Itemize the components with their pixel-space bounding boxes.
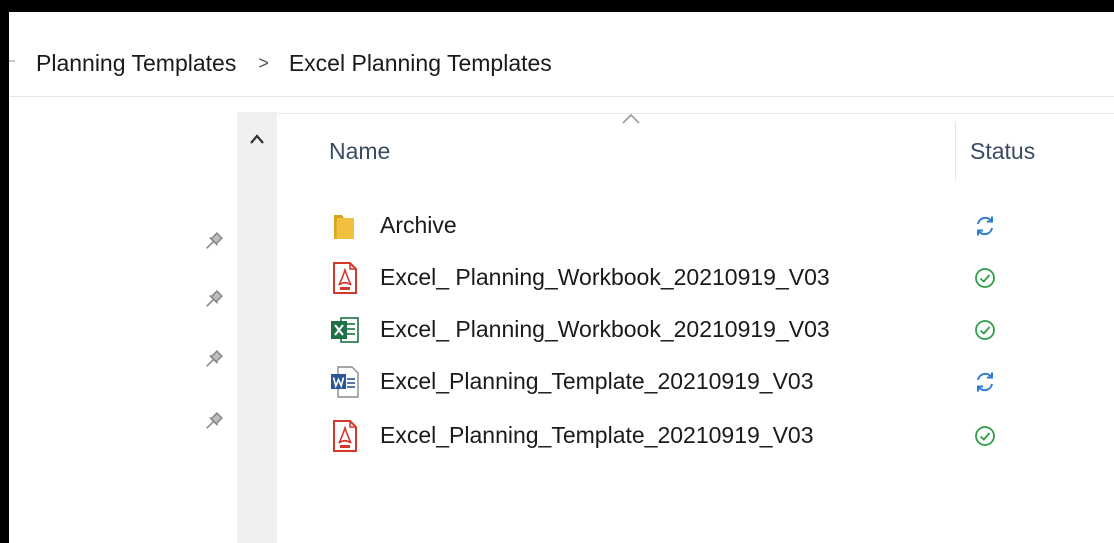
available-icon <box>975 320 995 340</box>
file-row[interactable]: Excel_ Planning_Workbook_20210919_V03 <box>278 304 1114 356</box>
file-name: Excel_Planning_Template_20210919_V03 <box>380 368 814 394</box>
address-bar-edge <box>9 60 15 62</box>
column-header-status[interactable]: Status <box>970 138 1035 165</box>
file-row[interactable]: Excel_Planning_Template_20210919_V03 <box>278 410 1114 462</box>
chevron-up-icon <box>250 134 264 144</box>
header-divider <box>278 113 1114 114</box>
pin-icon[interactable] <box>201 288 225 312</box>
address-divider <box>9 96 1114 97</box>
available-icon <box>975 268 995 288</box>
file-name: Excel_ Planning_Workbook_20210919_V03 <box>380 264 830 290</box>
pin-icon[interactable] <box>201 348 225 372</box>
file-name: Excel_ Planning_Workbook_20210919_V03 <box>380 316 830 342</box>
pdf-file-icon <box>333 262 357 294</box>
navigation-pane[interactable] <box>9 112 237 543</box>
navigation-scrollbar[interactable] <box>237 112 277 543</box>
column-header-name[interactable]: Name <box>329 138 390 165</box>
folder-icon <box>334 215 354 239</box>
breadcrumb-item-planning-templates[interactable]: Planning Templates <box>36 50 236 77</box>
breadcrumb: Planning Templates > Excel Planning Temp… <box>36 46 552 80</box>
pin-icon[interactable] <box>201 230 225 254</box>
column-divider[interactable] <box>955 122 956 180</box>
pdf-file-icon <box>333 420 357 452</box>
pin-icon[interactable] <box>201 410 225 434</box>
file-name: Archive <box>380 212 457 238</box>
sync-pending-icon <box>977 372 993 392</box>
breadcrumb-item-excel-planning-templates[interactable]: Excel Planning Templates <box>289 50 552 77</box>
file-row[interactable]: Excel_ Planning_Workbook_20210919_V03 <box>278 252 1114 304</box>
available-icon <box>975 426 995 446</box>
word-file-icon <box>331 366 359 398</box>
sort-ascending-icon <box>622 113 640 124</box>
sync-pending-icon <box>977 216 993 236</box>
file-name: Excel_Planning_Template_20210919_V03 <box>380 422 814 448</box>
file-row[interactable]: Excel_Planning_Template_20210919_V03 <box>278 356 1114 408</box>
excel-file-icon <box>331 317 359 343</box>
file-row[interactable]: Archive <box>278 200 1114 252</box>
address-bar[interactable]: Planning Templates > Excel Planning Temp… <box>9 12 1114 94</box>
scroll-up-button[interactable] <box>246 128 268 150</box>
breadcrumb-separator[interactable]: > <box>258 53 269 74</box>
